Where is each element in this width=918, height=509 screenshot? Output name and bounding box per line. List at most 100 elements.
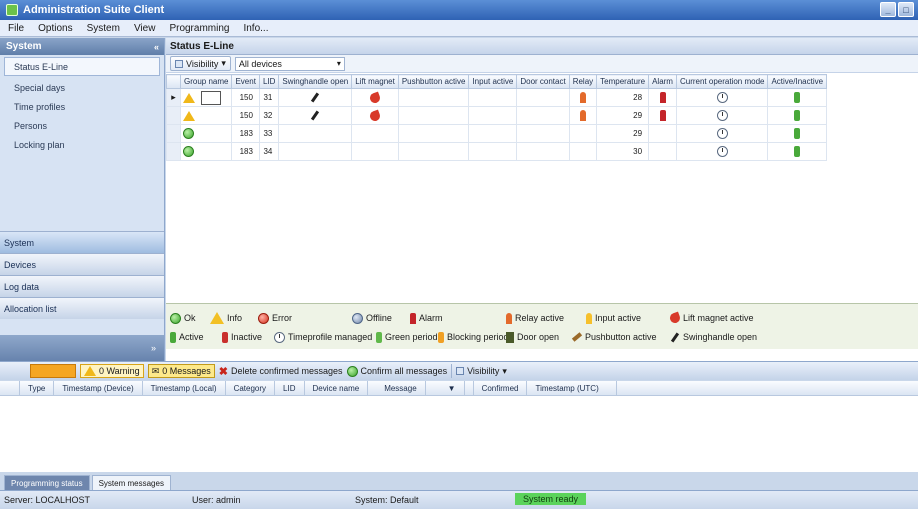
col-category[interactable]: Category bbox=[226, 380, 276, 396]
table-row[interactable]: 183 34 30 bbox=[166, 142, 828, 161]
group-cell[interactable] bbox=[179, 88, 233, 107]
section-system[interactable]: System bbox=[0, 231, 164, 253]
nav-overflow[interactable]: » bbox=[0, 335, 164, 361]
sidebar-item-special-days[interactable]: Special days bbox=[0, 78, 164, 97]
group-cell[interactable] bbox=[179, 124, 233, 143]
ok-icon bbox=[170, 312, 181, 324]
col-device-name[interactable]: Device name bbox=[305, 380, 369, 396]
tab-programming-status[interactable]: Programming status bbox=[4, 475, 90, 490]
section-devices[interactable]: Devices bbox=[0, 253, 164, 275]
alarm-icon bbox=[410, 312, 416, 324]
row-selector[interactable] bbox=[166, 124, 181, 143]
col-relay[interactable]: Relay bbox=[568, 74, 598, 89]
messages-visibility-button[interactable]: Visibility ▾ bbox=[456, 366, 507, 377]
col-lid[interactable]: LID bbox=[258, 74, 280, 89]
col-confirmed[interactable]: Confirmed bbox=[474, 380, 528, 396]
col-pushbutton[interactable]: Pushbutton active bbox=[397, 74, 470, 89]
menu-programming[interactable]: Programming bbox=[169, 23, 229, 34]
table-row[interactable]: 150 32 29 bbox=[166, 106, 828, 125]
inactive-icon bbox=[222, 331, 228, 343]
sort-icon: ▼ bbox=[440, 380, 465, 396]
sidebar-item-time-profiles[interactable]: Time profiles bbox=[0, 97, 164, 116]
section-allocation-list[interactable]: Allocation list bbox=[0, 297, 164, 319]
legend-input-active: Input active bbox=[586, 312, 641, 324]
chevron-down-icon: ▾ bbox=[502, 365, 507, 376]
group-cell[interactable] bbox=[179, 142, 233, 161]
menu-view[interactable]: View bbox=[134, 23, 156, 34]
col-type[interactable]: Type bbox=[20, 380, 55, 396]
nav-header[interactable]: System « bbox=[0, 38, 164, 55]
clock-icon bbox=[274, 331, 285, 343]
col-timestamp-utc[interactable]: Timestamp (UTC) bbox=[527, 380, 618, 396]
relay-icon bbox=[579, 110, 586, 121]
pushbutton-cell bbox=[397, 124, 470, 143]
table-row[interactable]: 183 33 29 bbox=[166, 124, 828, 143]
maximize-button[interactable]: □ bbox=[898, 2, 914, 17]
legend-label: Pushbutton active bbox=[585, 332, 657, 342]
minimize-button[interactable]: _ bbox=[880, 2, 896, 17]
status-system: System: Default bbox=[355, 495, 419, 505]
menu-file[interactable]: File bbox=[8, 23, 24, 34]
col-timestamp-device[interactable]: Timestamp (Device) bbox=[54, 380, 143, 396]
operation-mode-cell bbox=[675, 88, 769, 107]
warning-icon bbox=[84, 366, 96, 376]
col-event[interactable]: Event bbox=[231, 74, 260, 89]
errors-filter-button[interactable] bbox=[30, 364, 76, 378]
device-filter-select[interactable]: All devices ▾ bbox=[234, 56, 345, 71]
legend-label: Info bbox=[227, 313, 243, 323]
info-icon bbox=[210, 312, 224, 324]
confirm-icon bbox=[346, 365, 358, 377]
col-alarm[interactable]: Alarm bbox=[648, 74, 677, 89]
legend-label: Blocking period bbox=[447, 332, 509, 342]
col-door-contact[interactable]: Door contact bbox=[516, 74, 570, 89]
legend-label: Error bbox=[272, 313, 292, 323]
lid-cell: 32 bbox=[258, 106, 280, 125]
relay-cell bbox=[568, 142, 598, 161]
sidebar-item-locking-plan[interactable]: Locking plan bbox=[0, 135, 164, 154]
tab-system-messages[interactable]: System messages bbox=[91, 475, 171, 490]
operation-mode-cell bbox=[675, 124, 769, 143]
sidebar-item-persons[interactable]: Persons bbox=[0, 116, 164, 135]
legend-offline: Offline bbox=[352, 312, 392, 324]
warnings-filter-button[interactable]: 0 Warning bbox=[80, 364, 144, 378]
messages-list[interactable] bbox=[0, 396, 918, 472]
section-log-data[interactable]: Log data bbox=[0, 275, 164, 297]
row-selector[interactable] bbox=[166, 106, 181, 125]
col-lift-magnet[interactable]: Lift magnet bbox=[351, 74, 399, 89]
col-operation-mode[interactable]: Current operation mode bbox=[675, 74, 769, 89]
row-pointer-icon[interactable]: ▸ bbox=[166, 88, 181, 107]
col-active-inactive[interactable]: Active/Inactive bbox=[767, 74, 828, 89]
row-selector[interactable] bbox=[166, 142, 181, 161]
overflow-chevron-icon[interactable]: » bbox=[151, 343, 156, 353]
col-input-active[interactable]: Input active bbox=[468, 74, 518, 89]
col-lid[interactable]: LID bbox=[275, 380, 305, 396]
confirm-all-button[interactable]: Confirm all messages bbox=[346, 365, 447, 377]
col-swinghandle[interactable]: Swinghandle open bbox=[278, 74, 353, 89]
collapse-icon[interactable]: « bbox=[154, 42, 159, 52]
menu-system[interactable]: System bbox=[87, 23, 120, 34]
col-timestamp-local[interactable]: Timestamp (Local) bbox=[143, 380, 226, 396]
sidebar-item-status-eline[interactable]: Status E-Line bbox=[4, 57, 160, 76]
col-group-name[interactable]: Group name bbox=[179, 74, 233, 89]
pushbutton-cell bbox=[397, 106, 470, 125]
group-name-editor[interactable] bbox=[201, 90, 222, 105]
visibility-button[interactable]: Visibility ▾ bbox=[170, 56, 231, 71]
temperature-cell: 29 bbox=[596, 106, 650, 125]
delete-label: Delete confirmed messages bbox=[230, 366, 343, 376]
col-message[interactable]: Message ▼ bbox=[368, 380, 474, 396]
col-temperature[interactable]: Temperature bbox=[596, 74, 650, 89]
clock-icon bbox=[716, 110, 728, 121]
group-cell[interactable] bbox=[179, 106, 233, 125]
messages-filter-button[interactable]: ✉ 0 Messages bbox=[147, 364, 215, 378]
legend-label: Relay active bbox=[515, 313, 565, 323]
legend-green-period: Green period bbox=[376, 331, 438, 343]
table-row[interactable]: ▸ 150 31 28 bbox=[166, 88, 828, 107]
lift-magnet-icon bbox=[368, 109, 382, 122]
legend-active: Active bbox=[170, 331, 204, 343]
menu-options[interactable]: Options bbox=[38, 23, 72, 34]
status-table: Group name Event LID Swinghandle open Li… bbox=[166, 74, 828, 161]
delete-confirmed-button[interactable]: ✖ Delete confirmed messages bbox=[219, 365, 343, 378]
menu-info[interactable]: Info... bbox=[243, 23, 268, 34]
active-icon bbox=[794, 92, 801, 103]
row-selector-header bbox=[0, 380, 20, 396]
